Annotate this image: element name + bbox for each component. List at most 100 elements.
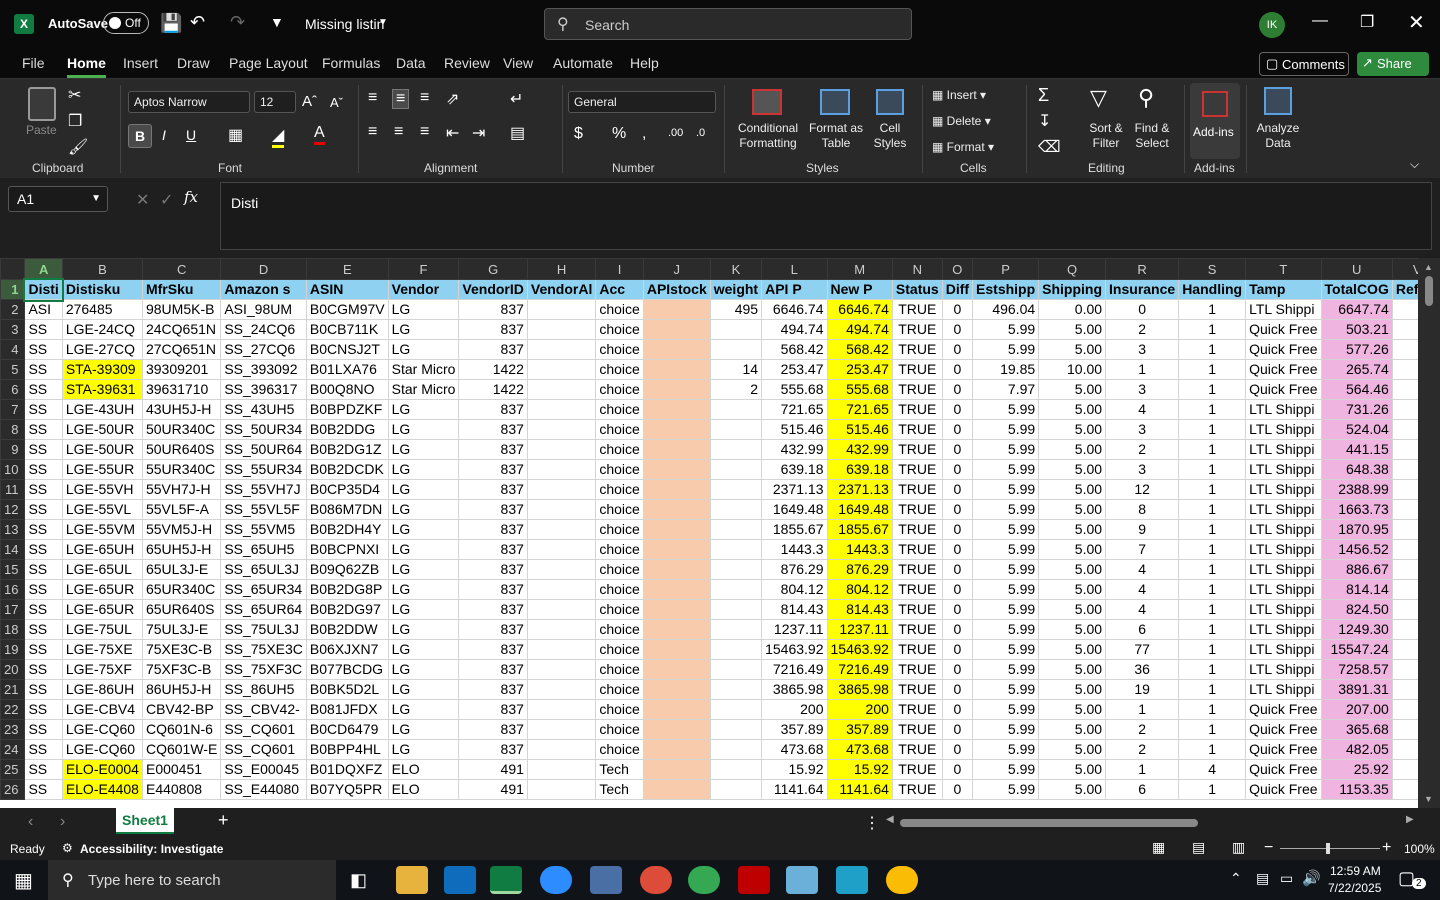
analyze-data-button[interactable]: Analyze Data bbox=[1252, 121, 1304, 151]
cell[interactable]: LGE-55UR bbox=[61, 459, 143, 480]
header-cell[interactable]: ASIN bbox=[305, 279, 389, 300]
cell[interactable]: 837 bbox=[458, 399, 528, 420]
cell[interactable]: 19 bbox=[1105, 679, 1180, 700]
cell[interactable]: SS_65UH5 bbox=[220, 539, 307, 560]
cell[interactable]: 804.12 bbox=[826, 579, 893, 600]
cell[interactable] bbox=[642, 599, 711, 620]
cell[interactable]: TRUE bbox=[891, 499, 943, 520]
column-header-g[interactable]: G bbox=[458, 258, 528, 280]
cell[interactable]: 77 bbox=[1105, 639, 1180, 660]
cell[interactable]: 1 bbox=[1178, 359, 1247, 380]
cell[interactable] bbox=[642, 559, 711, 580]
cell[interactable] bbox=[642, 699, 711, 720]
cell[interactable]: 5.99 bbox=[972, 779, 1040, 800]
cell[interactable] bbox=[526, 579, 597, 600]
cell[interactable]: 0 bbox=[941, 399, 974, 420]
cell[interactable] bbox=[642, 759, 711, 780]
cell[interactable]: choice bbox=[595, 559, 644, 580]
cell[interactable]: SS bbox=[24, 679, 63, 700]
cell[interactable]: 1 bbox=[1178, 339, 1247, 360]
cell[interactable]: Tech bbox=[595, 759, 644, 780]
zoom-slider[interactable] bbox=[1280, 843, 1380, 854]
cell[interactable]: 5.99 bbox=[972, 599, 1040, 620]
cell[interactable]: B0CNSJ2T bbox=[305, 339, 389, 360]
cell[interactable]: 482.05 bbox=[1320, 739, 1393, 760]
cell[interactable]: TRUE bbox=[891, 539, 943, 560]
row-header[interactable]: 12 bbox=[0, 499, 26, 520]
cell[interactable] bbox=[642, 519, 711, 540]
row-header[interactable]: 20 bbox=[0, 659, 26, 680]
cell[interactable] bbox=[526, 779, 597, 800]
cell[interactable]: LTL Shippi bbox=[1245, 399, 1322, 420]
cell[interactable]: 1456.52 bbox=[1320, 539, 1393, 560]
italic-button[interactable]: I bbox=[162, 127, 166, 143]
column-header-p[interactable]: P bbox=[972, 258, 1040, 280]
borders-icon[interactable]: ▦ bbox=[228, 125, 243, 145]
tray-chevron-icon[interactable]: ⌃ bbox=[1230, 870, 1242, 887]
cell[interactable]: 1237.11 bbox=[826, 619, 893, 640]
percent-icon[interactable]: % bbox=[612, 125, 626, 143]
cell[interactable]: 648.38 bbox=[1320, 459, 1393, 480]
cell[interactable]: LGE-55VH bbox=[61, 479, 143, 500]
cell[interactable]: SS_55VH7J bbox=[220, 479, 307, 500]
accessibility-status[interactable]: Accessibility: Investigate bbox=[80, 842, 223, 856]
format-cells-button[interactable]: ▦ Format ▾ bbox=[932, 140, 994, 155]
cell-styles-icon[interactable] bbox=[876, 89, 904, 115]
cell[interactable]: 75UL3J-E bbox=[141, 619, 222, 640]
cell[interactable]: TRUE bbox=[891, 459, 943, 480]
cell[interactable]: 5.00 bbox=[1038, 559, 1107, 580]
cell[interactable]: B0B2DCDK bbox=[305, 459, 389, 480]
cell[interactable]: 432.99 bbox=[761, 439, 828, 460]
cell[interactable]: 2388.99 bbox=[1320, 479, 1393, 500]
row-header[interactable]: 8 bbox=[0, 419, 26, 440]
cell[interactable]: TRUE bbox=[891, 759, 943, 780]
cell[interactable]: 5.99 bbox=[972, 639, 1040, 660]
cell[interactable] bbox=[709, 639, 763, 660]
cell[interactable]: TRUE bbox=[891, 519, 943, 540]
confirm-entry-icon[interactable]: ✓ bbox=[160, 190, 173, 210]
name-box[interactable]: A1 ▼ bbox=[8, 186, 108, 212]
cell[interactable]: TRUE bbox=[891, 399, 943, 420]
comments-button[interactable]: ▢ Comments bbox=[1259, 52, 1349, 76]
cell[interactable]: 0 bbox=[941, 619, 974, 640]
number-format-select[interactable]: General bbox=[568, 91, 716, 113]
cell[interactable]: LG bbox=[387, 319, 460, 340]
outlook-icon[interactable] bbox=[444, 866, 476, 894]
orientation-icon[interactable]: ⇗ bbox=[446, 89, 459, 109]
menu-page-layout[interactable]: Page Layout bbox=[229, 55, 308, 71]
cell[interactable] bbox=[526, 359, 597, 380]
cell[interactable]: TRUE bbox=[891, 779, 943, 800]
cell[interactable] bbox=[526, 499, 597, 520]
conditional-formatting-icon[interactable] bbox=[752, 89, 782, 115]
cell[interactable]: 0 bbox=[941, 759, 974, 780]
cell[interactable]: LGE-24CQ bbox=[61, 319, 143, 340]
cell[interactable]: LGE-CQ60 bbox=[61, 739, 143, 760]
cell[interactable]: 0 bbox=[941, 779, 974, 800]
cell[interactable]: 886.67 bbox=[1320, 559, 1393, 580]
cell[interactable] bbox=[526, 299, 597, 320]
row-header[interactable]: 11 bbox=[0, 479, 26, 500]
cell[interactable]: 86UH5J-H bbox=[141, 679, 222, 700]
cell[interactable]: 515.46 bbox=[761, 419, 828, 440]
column-header-n[interactable]: N bbox=[891, 258, 943, 280]
cell[interactable]: 5.00 bbox=[1038, 579, 1107, 600]
cell[interactable] bbox=[642, 539, 711, 560]
cell[interactable]: 5.99 bbox=[972, 559, 1040, 580]
cell[interactable]: 491 bbox=[458, 779, 528, 800]
cell[interactable]: SS_50UR64 bbox=[220, 439, 307, 460]
cell[interactable]: 0 bbox=[941, 419, 974, 440]
cell[interactable]: Quick Free bbox=[1245, 719, 1322, 740]
cell[interactable]: LTL Shippi bbox=[1245, 559, 1322, 580]
cell[interactable] bbox=[526, 539, 597, 560]
cell[interactable]: choice bbox=[595, 659, 644, 680]
header-cell[interactable]: VendorID bbox=[458, 279, 528, 300]
cell[interactable]: B0BPP4HL bbox=[305, 739, 389, 760]
cell[interactable]: B09Q62ZB bbox=[305, 559, 389, 580]
cell[interactable]: 1141.64 bbox=[761, 779, 828, 800]
row-header[interactable]: 7 bbox=[0, 399, 26, 420]
cell[interactable]: 1249.30 bbox=[1320, 619, 1393, 640]
fill-color-icon[interactable]: ◢ bbox=[272, 125, 285, 148]
cell[interactable]: 39309201 bbox=[141, 359, 222, 380]
addins-button[interactable]: Add-ins bbox=[1190, 83, 1240, 159]
cell[interactable] bbox=[526, 439, 597, 460]
